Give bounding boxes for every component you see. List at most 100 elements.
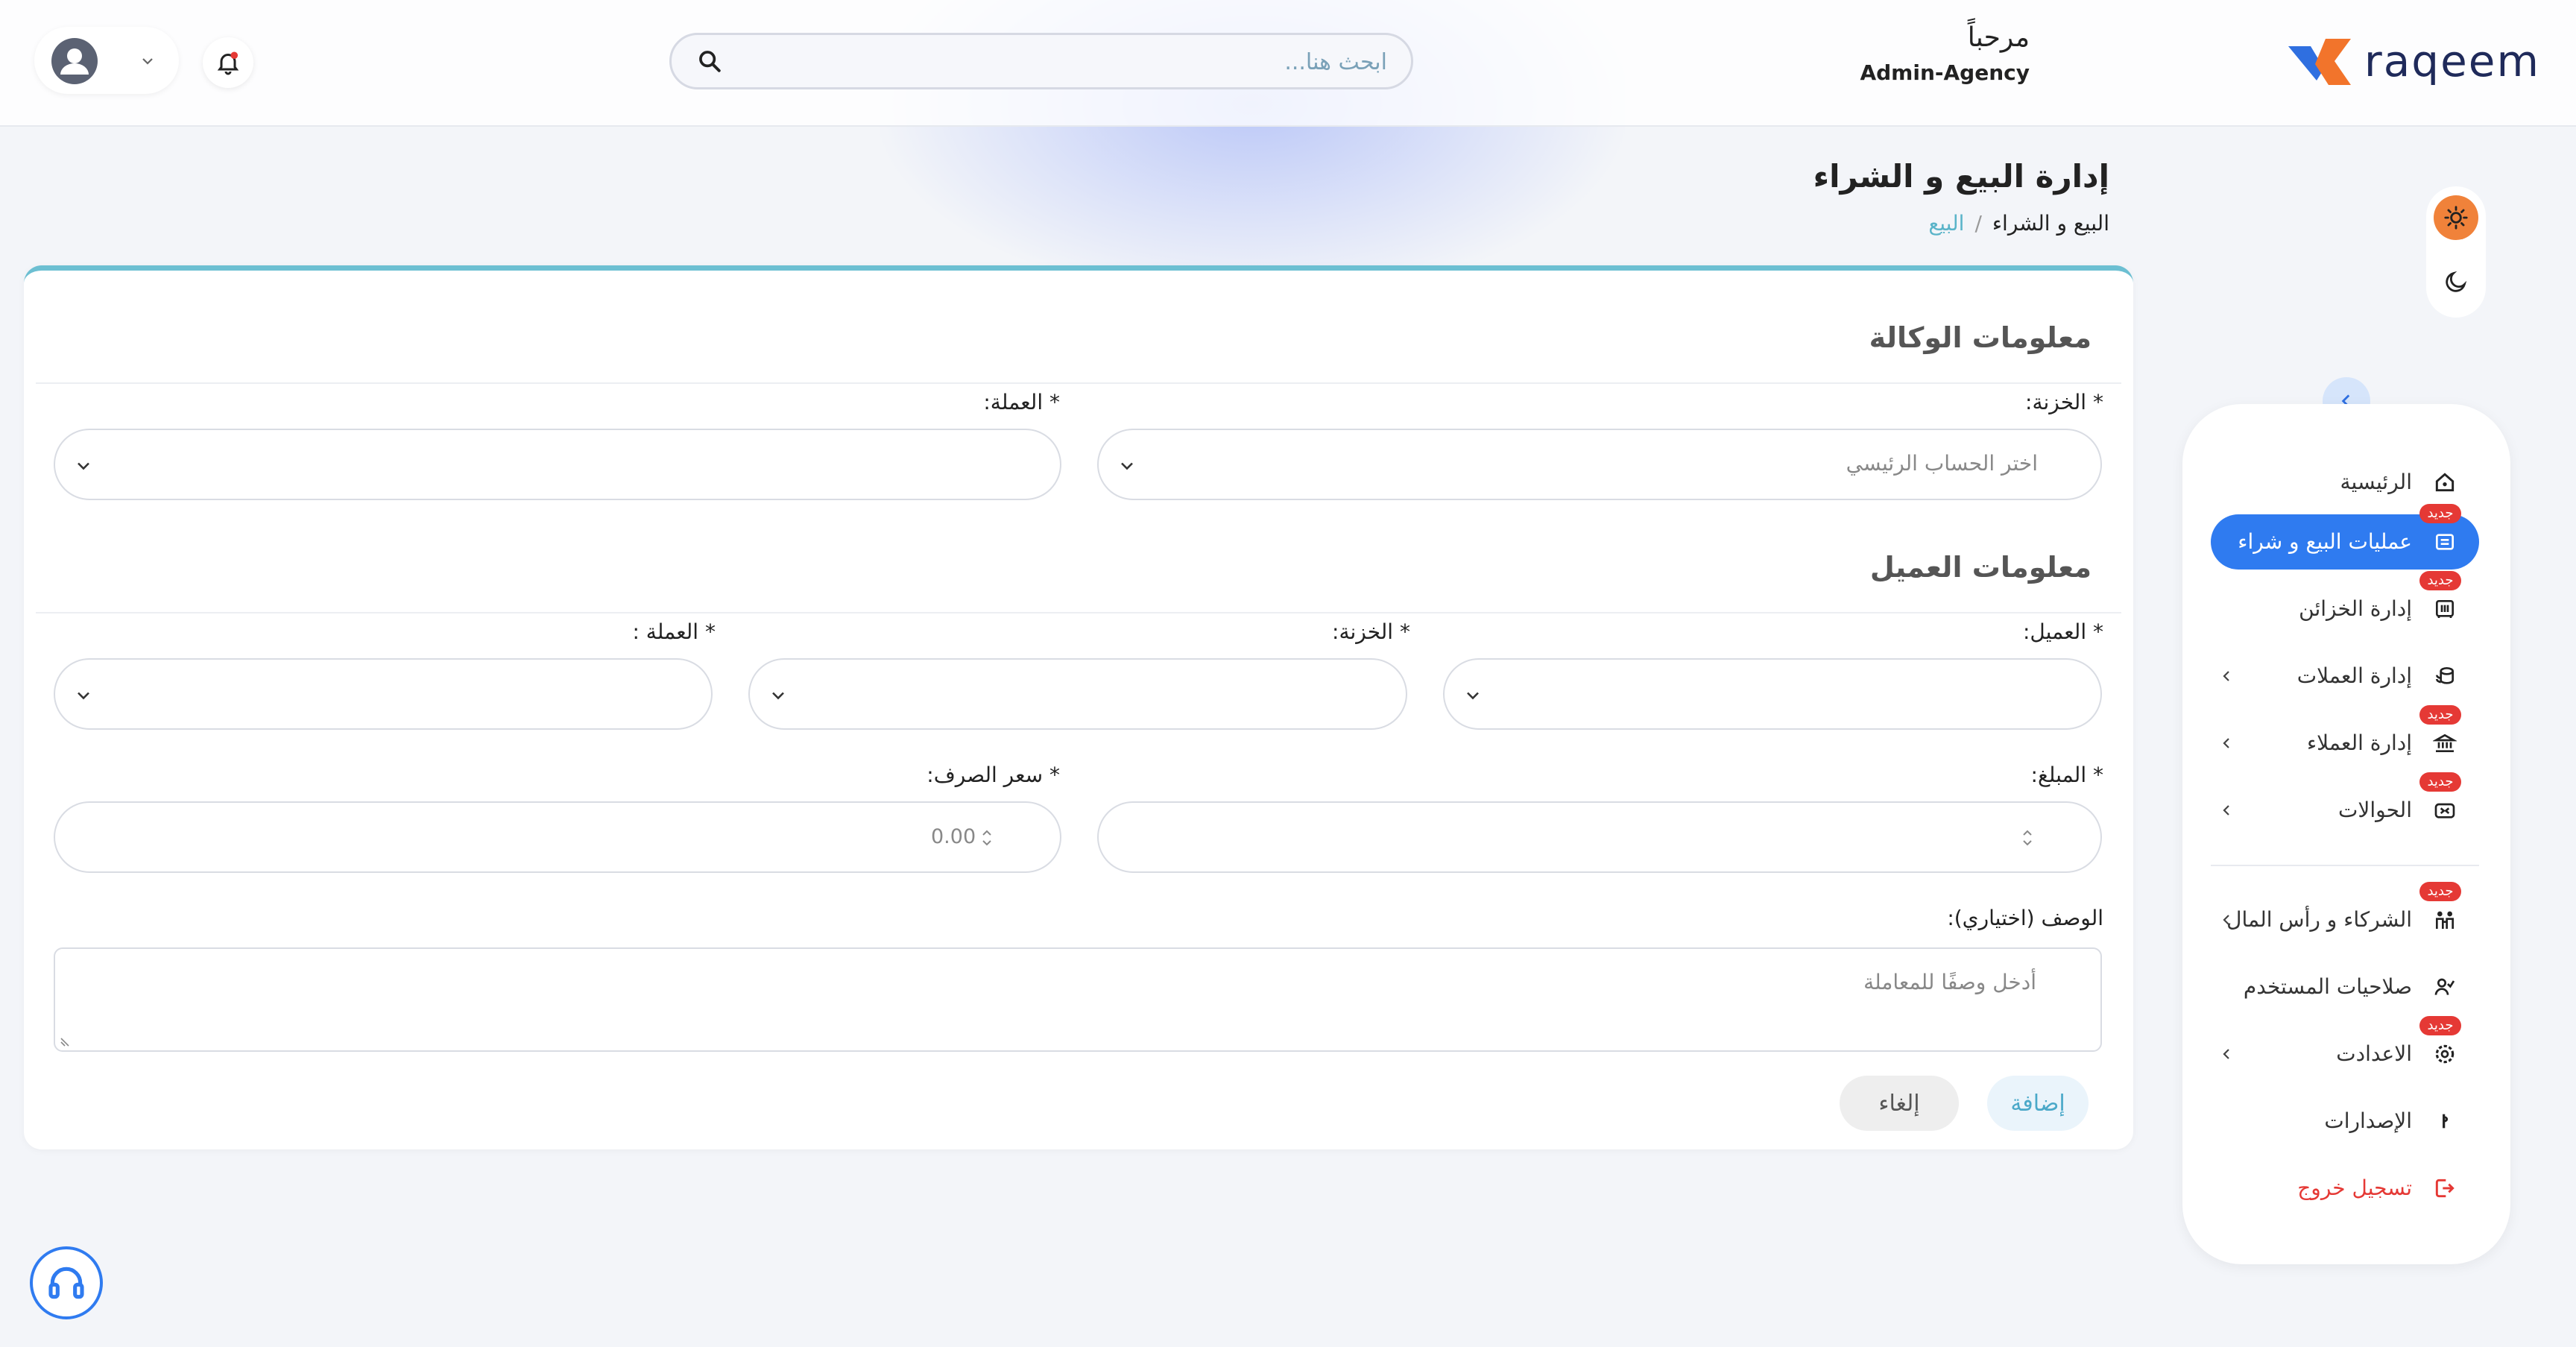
chevron-down-icon (142, 58, 153, 65)
welcome-text: مرحباً (1967, 22, 2030, 53)
sidebar-item-label: إدارة العملاء (2307, 731, 2412, 755)
client-section-title: معلومات العميل (1869, 551, 2092, 584)
chevron-left-icon (2223, 1049, 2229, 1059)
chevron-down-icon (78, 692, 89, 700)
client-currency-label: * العملة : (632, 619, 716, 644)
agency-section-title: معلومات الوكالة (1869, 321, 2092, 354)
amount-input[interactable] (1097, 801, 2102, 873)
breadcrumb-item-sell-buy[interactable]: البيع و الشراء (1992, 211, 2109, 236)
sidebar-item-home[interactable]: الرئيسية (2211, 455, 2479, 510)
chevron-left-icon (2223, 738, 2229, 748)
home-icon (2435, 473, 2455, 492)
user-permissions-icon (2434, 978, 2455, 995)
description-label: الوصف (اختياري): (1947, 906, 2103, 930)
breadcrumb-separator: / (1974, 211, 1982, 236)
dark-mode-button[interactable] (2434, 259, 2478, 304)
search-icon[interactable] (697, 48, 722, 74)
sidebar-item-label: الإصدارات (2324, 1108, 2412, 1133)
client-treasury-label: * الخزنة: (1332, 619, 1410, 644)
client-currency-select[interactable] (54, 658, 713, 730)
raqeem-logo-icon (2288, 39, 2351, 85)
description-placeholder: أدخل وصفًا للمعاملة (1863, 970, 2036, 994)
sidebar-item-label: إدارة العملات (2296, 663, 2412, 688)
user-name: Admin-Agency (1860, 60, 2030, 85)
bank-icon (2433, 734, 2457, 752)
top-bar: raqeem مرحباً Admin-Agency (0, 0, 2576, 127)
avatar-icon (51, 38, 98, 84)
settings-icon (2435, 1044, 2455, 1064)
agency-treasury-label: * الخزنة: (2025, 390, 2103, 414)
light-mode-button[interactable] (2434, 195, 2478, 240)
sidebar-item-sell-buy[interactable]: عمليات البيع و شراء جديد (2211, 504, 2479, 570)
moon-icon (2446, 271, 2467, 292)
sidebar: الرئيسية عمليات البيع و شراء جديد إدارة … (2182, 404, 2510, 1264)
section-divider (36, 382, 2121, 384)
agency-treasury-select[interactable]: اختر الحساب الرئيسي (1097, 429, 2102, 500)
sidebar-item-label: إدارة الخزائن (2299, 596, 2412, 621)
coins-icon (2436, 667, 2454, 684)
client-label: * العميل: (2023, 619, 2103, 644)
new-badge: جديد (2419, 571, 2461, 590)
new-badge: جديد (2419, 1016, 2461, 1035)
user-menu[interactable] (34, 27, 179, 94)
chevron-down-icon (1467, 692, 1479, 700)
brand-logo[interactable]: raqeem (2282, 31, 2540, 91)
agency-currency-label: * العملة: (983, 390, 1060, 414)
exchange-rate-value: 0.00 (931, 825, 976, 848)
chevron-left-icon (2223, 915, 2229, 925)
new-badge: جديد (2419, 705, 2461, 725)
versions-icon (2443, 1114, 2449, 1129)
chevron-down-icon (772, 692, 784, 700)
search-box[interactable] (669, 33, 1413, 89)
safe-icon (2436, 600, 2454, 618)
sidebar-item-label: الحوالات (2338, 798, 2412, 822)
new-badge: جديد (2419, 772, 2461, 792)
search-input[interactable] (745, 44, 1389, 80)
breadcrumb-item-sell[interactable]: البيع (1928, 211, 1964, 236)
sidebar-item-label: الشركاء و رأس المال (2226, 907, 2412, 932)
welcome-block: مرحباً Admin-Agency (1860, 22, 2030, 85)
bell-icon (217, 51, 239, 75)
exchange-rate-input[interactable]: 0.00 (54, 801, 1061, 873)
headset-icon (48, 1266, 84, 1299)
support-button[interactable] (30, 1246, 103, 1319)
sell-form-card: معلومات الوكالة * الخزنة: اختر الحساب ال… (24, 265, 2133, 1149)
page-header: إدارة البيع و الشراء البيع و الشراء/البي… (1813, 158, 2109, 236)
resize-grip-icon[interactable] (58, 1034, 72, 1047)
page-title: إدارة البيع و الشراء (1813, 158, 2109, 195)
new-badge: جديد (2419, 504, 2461, 523)
sidebar-item-partners[interactable]: الشركاء و رأس المال جديد (2211, 882, 2479, 947)
sidebar-item-transfers[interactable]: الحوالات جديد (2211, 772, 2479, 838)
sidebar-item-treasuries[interactable]: إدارة الخزائن جديد (2211, 571, 2479, 637)
sidebar-item-currencies[interactable]: إدارة العملات (2211, 649, 2479, 704)
partners-icon (2436, 911, 2454, 929)
client-select[interactable] (1443, 658, 2102, 730)
cancel-button[interactable]: إلغاء (1840, 1076, 1959, 1131)
sidebar-item-logout[interactable]: تسجيل خروج (2211, 1161, 2479, 1216)
sidebar-item-settings[interactable]: الاعدادت جديد (2211, 1016, 2479, 1082)
sidebar-item-clients[interactable]: إدارة العملاء جديد (2211, 705, 2479, 771)
sidebar-divider (2211, 865, 2479, 866)
notification-button[interactable] (203, 37, 253, 88)
agency-treasury-placeholder: اختر الحساب الرئيسي (1846, 451, 2038, 476)
number-stepper-icon[interactable] (2020, 825, 2035, 851)
sidebar-item-versions[interactable]: الإصدارات (2211, 1094, 2479, 1149)
chevron-left-icon (2223, 805, 2229, 816)
exchange-icon (2436, 534, 2454, 550)
theme-toggle (2426, 186, 2486, 318)
sidebar-item-label: عمليات البيع و شراء (2238, 529, 2412, 554)
breadcrumb: البيع و الشراء / البيع (1813, 211, 2109, 236)
number-stepper-icon[interactable] (979, 825, 994, 851)
add-button[interactable]: إضافة (1987, 1076, 2089, 1131)
sidebar-item-user-permissions[interactable]: صلاحيات المستخدم (2211, 959, 2479, 1015)
sidebar-item-label: تسجيل خروج (2297, 1176, 2412, 1200)
new-badge: جديد (2419, 882, 2461, 901)
description-textarea[interactable]: أدخل وصفًا للمعاملة (54, 947, 2102, 1052)
transfer-icon (2434, 803, 2455, 818)
logout-icon (2435, 1179, 2455, 1198)
exchange-rate-label: * سعر الصرف: (926, 763, 1060, 787)
chevron-down-icon (1121, 462, 1133, 470)
agency-currency-select[interactable] (54, 429, 1061, 500)
client-treasury-select[interactable] (748, 658, 1407, 730)
sidebar-item-label: الاعدادت (2336, 1041, 2412, 1066)
